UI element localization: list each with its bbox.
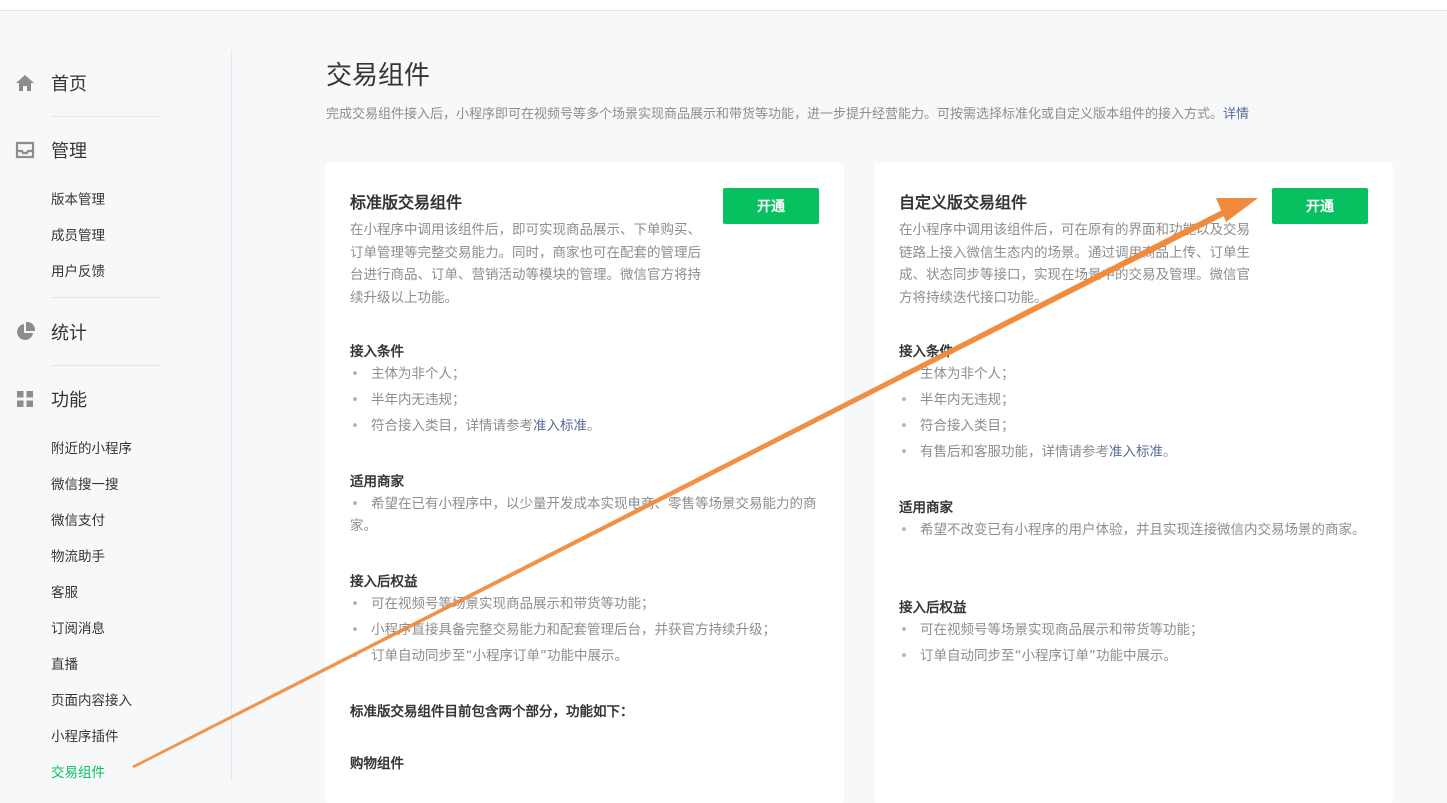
sidebar-item-service[interactable]: 客服 [51,583,78,603]
condition-item: 主体为非个人； [350,363,466,385]
sidebar-item-version[interactable]: 版本管理 [51,190,105,210]
sidebar-item-pay[interactable]: 微信支付 [51,511,105,531]
divider [51,116,161,117]
sidebar: 首页 管理 版本管理 成员管理 用户反馈 统计 功能 附近的小程序 微信搜一搜 … [0,50,232,783]
condition-item: 半年内无违规； [899,389,1015,411]
condition-item: 符合接入类目，详情请参考准入标准。 [350,415,601,437]
card-description: 在小程序中调用该组件后，即可实现商品展示、下单购买、订单管理等完整交易能力。同时… [350,222,701,306]
page-description-text: 完成交易组件接入后，小程序即可在视频号等多个场景实现商品展示和带货等功能，进一步… [326,107,1224,122]
sidebar-item-live[interactable]: 直播 [51,655,78,675]
sidebar-item-search[interactable]: 微信搜一搜 [51,475,119,495]
sidebar-item-label: 功能 [51,390,87,411]
benefit-item: 订单自动同步至“小程序订单”功能中展示。 [350,645,628,667]
condition-item: 主体为非个人； [899,363,1015,385]
pie-chart-icon [14,321,36,343]
sidebar-item-plugins[interactable]: 小程序插件 [51,727,119,747]
sidebar-item-home[interactable]: 首页 [14,68,87,98]
merchants-title: 适用商家 [350,474,404,490]
custom-component-card: 自定义版交易组件 开通 在小程序中调用该组件后，可在原有的界面和功能以及交易链路… [874,163,1393,803]
admission-standard-link[interactable]: 准入标准 [533,418,587,434]
condition-item: 有售后和客服功能，详情请参考准入标准。 [899,441,1177,463]
page-description: 完成交易组件接入后，小程序即可在视频号等多个场景实现商品展示和带货等功能，进一步… [326,103,1249,122]
sidebar-item-logistics[interactable]: 物流助手 [51,547,105,567]
sidebar-item-label: 首页 [51,74,87,95]
conditions-title: 接入条件 [899,344,953,360]
card-title: 标准版交易组件 [350,193,463,212]
details-link[interactable]: 详情 [1223,107,1249,122]
condition-item: 符合接入类目； [899,415,1015,437]
page-title: 交易组件 [326,61,431,91]
condition-tail: 。 [1163,444,1177,460]
divider [51,365,161,366]
cart-component-title: 购物组件 [350,756,404,772]
condition-tail: 。 [587,418,601,434]
benefit-item: 可在视频号等场景实现商品展示和带货等功能； [350,593,655,615]
condition-text: 有售后和客服功能，详情请参考 [920,444,1109,460]
condition-item: 半年内无违规； [350,389,466,411]
benefits-title: 接入后权益 [899,600,967,616]
benefit-item: 订单自动同步至“小程序订单”功能中展示。 [899,645,1177,667]
sidebar-item-label: 统计 [51,323,87,344]
custom-open-button[interactable]: 开通 [1272,188,1368,224]
sidebar-item-features[interactable]: 功能 [14,384,87,414]
condition-text: 符合接入类目，详情请参考 [371,418,533,434]
divider [51,297,161,298]
home-icon [14,72,36,94]
conditions-title: 接入条件 [350,344,404,360]
benefit-item: 可在视频号等场景实现商品展示和带货等功能； [899,619,1204,641]
standard-component-card: 标准版交易组件 开通 在小程序中调用该组件后，即可实现商品展示、下单购买、订单管… [325,163,844,803]
benefit-item: 小程序直接具备完整交易能力和配套管理后台，并获官方持续升级； [350,619,776,641]
card-description: 在小程序中调用该组件后，可在原有的界面和功能以及交易链路上接入微信生态内的场景。… [899,222,1250,306]
top-bar [0,0,1447,11]
merchants-title: 适用商家 [899,500,953,516]
benefits-title: 接入后权益 [350,574,418,590]
sidebar-item-feedback[interactable]: 用户反馈 [51,262,105,282]
parts-title: 标准版交易组件目前包含两个部分，功能如下： [350,704,634,720]
sidebar-item-manage[interactable]: 管理 [14,135,87,165]
inbox-icon [14,139,36,161]
sidebar-item-nearby[interactable]: 附近的小程序 [51,439,132,459]
sidebar-item-subscribe[interactable]: 订阅消息 [51,619,105,639]
grid-icon [14,388,36,410]
sidebar-item-trade-component[interactable]: 交易组件 [51,763,105,783]
sidebar-item-label: 管理 [51,141,87,162]
standard-open-button[interactable]: 开通 [723,188,819,224]
card-title: 自定义版交易组件 [899,193,1028,212]
sidebar-item-members[interactable]: 成员管理 [51,226,105,246]
sidebar-item-stats[interactable]: 统计 [14,317,87,347]
sidebar-item-content[interactable]: 页面内容接入 [51,691,132,711]
admission-standard-link[interactable]: 准入标准 [1109,444,1163,460]
merchant-item: 希望不改变已有小程序的用户体验，并且实现连接微信内交易场景的商家。 [899,519,1369,541]
merchant-item: 希望在已有小程序中，以少量开发成本实现电商、零售等场景交易能力的商家。 [350,493,820,537]
